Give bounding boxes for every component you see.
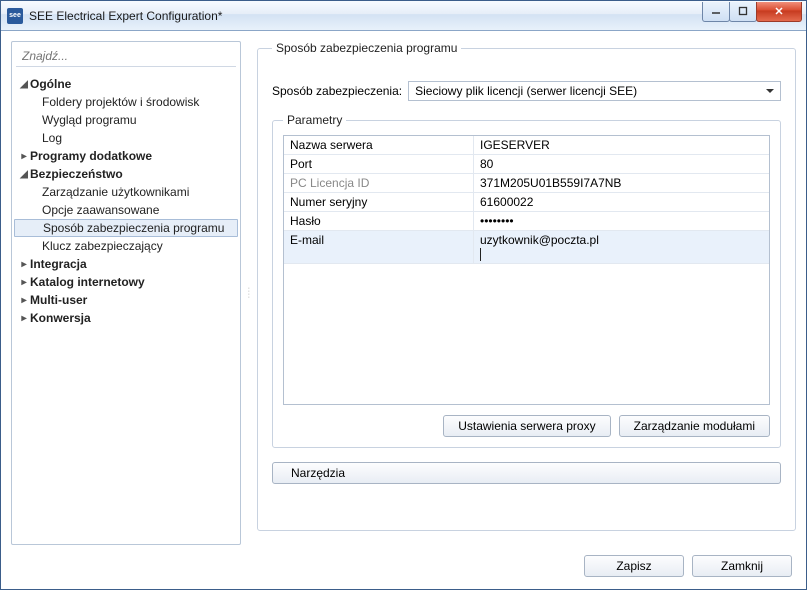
tools-row: Narzędzia: [272, 462, 781, 484]
param-row-serial[interactable]: Numer seryjny 61600022: [284, 193, 769, 212]
app-icon: see: [7, 8, 23, 24]
tree-node-extra-programs[interactable]: ▸Programy dodatkowe: [14, 147, 238, 165]
group-title: Sposób zabezpieczenia programu: [272, 41, 461, 55]
tree-node-general[interactable]: ◢Ogólne: [14, 75, 238, 93]
collapse-icon[interactable]: ▸: [18, 151, 30, 162]
maximize-button[interactable]: [729, 2, 757, 22]
proxy-settings-button[interactable]: Ustawienia serwera proxy: [443, 415, 610, 437]
param-key: Nazwa serwera: [284, 136, 474, 154]
collapse-icon[interactable]: ▸: [18, 277, 30, 288]
minimize-button[interactable]: [702, 2, 730, 22]
sidebar: ◢Ogólne Foldery projektów i środowisk Wy…: [11, 41, 241, 545]
close-button[interactable]: [756, 2, 802, 22]
content-area: ◢Ogólne Foldery projektów i środowisk Wy…: [1, 31, 806, 545]
param-value[interactable]: 80: [474, 155, 769, 173]
app-window: see SEE Electrical Expert Configuration*…: [0, 0, 807, 590]
param-value[interactable]: IGESERVER: [474, 136, 769, 154]
param-key: PC Licencja ID: [284, 174, 474, 192]
tree-item-folders[interactable]: Foldery projektów i środowisk: [14, 93, 238, 111]
tree-label: Programy dodatkowe: [30, 149, 152, 163]
param-key: Numer seryjny: [284, 193, 474, 211]
collapse-icon[interactable]: ▸: [18, 259, 30, 270]
param-value[interactable]: 371M205U01B559I7A7NB: [474, 174, 769, 192]
method-value: Sieciowy plik licencji (serwer licencji …: [415, 84, 637, 98]
method-row: Sposób zabezpieczenia: Sieciowy plik lic…: [272, 81, 781, 101]
param-row-password[interactable]: Hasło ••••••••: [284, 212, 769, 231]
email-input[interactable]: [480, 233, 763, 247]
nav-tree: ◢Ogólne Foldery projektów i środowisk Wy…: [12, 71, 240, 540]
tree-item-appearance[interactable]: Wygląd programu: [14, 111, 238, 129]
tree-node-multiuser[interactable]: ▸Multi-user: [14, 291, 238, 309]
tree-label: Integracja: [30, 257, 87, 271]
tree-label: Bezpieczeństwo: [30, 167, 123, 181]
params-title: Parametry: [283, 113, 346, 127]
tree-label: Konwersja: [30, 311, 91, 325]
tree-item-protection-method[interactable]: Sposób zabezpieczenia programu: [14, 219, 238, 237]
tree-node-integration[interactable]: ▸Integracja: [14, 255, 238, 273]
tools-button[interactable]: Narzędzia: [272, 462, 781, 484]
param-row-licid[interactable]: PC Licencja ID 371M205U01B559I7A7NB: [284, 174, 769, 193]
grip-icon: ∙∙∙∙: [248, 287, 250, 299]
expand-icon[interactable]: ◢: [18, 79, 30, 90]
tree-item-advanced[interactable]: Opcje zaawansowane: [14, 201, 238, 219]
tree-item-dongle[interactable]: Klucz zabezpieczający: [14, 237, 238, 255]
params-table: Nazwa serwera IGESERVER Port 80 PC Licen…: [283, 135, 770, 405]
splitter[interactable]: ∙∙∙∙: [247, 41, 251, 545]
tree-node-conversion[interactable]: ▸Konwersja: [14, 309, 238, 327]
search-input[interactable]: [16, 46, 236, 67]
main-panel: Sposób zabezpieczenia programu Sposób za…: [257, 41, 796, 545]
manage-modules-button[interactable]: Zarządzanie modułami: [619, 415, 770, 437]
window-title: SEE Electrical Expert Configuration*: [29, 9, 703, 23]
window-controls: [703, 2, 802, 22]
tree-label: Katalog internetowy: [30, 275, 145, 289]
param-row-server[interactable]: Nazwa serwera IGESERVER: [284, 136, 769, 155]
param-value[interactable]: 61600022: [474, 193, 769, 211]
text-caret-icon: [480, 248, 481, 261]
param-key: E-mail: [284, 231, 474, 263]
method-combo[interactable]: Sieciowy plik licencji (serwer licencji …: [408, 81, 781, 101]
tree-item-log[interactable]: Log: [14, 129, 238, 147]
titlebar: see SEE Electrical Expert Configuration*: [1, 1, 806, 31]
param-row-email[interactable]: E-mail: [284, 231, 769, 264]
footer: Zapisz Zamknij: [1, 545, 806, 589]
tree-item-user-mgmt[interactable]: Zarządzanie użytkownikami: [14, 183, 238, 201]
protection-group: Sposób zabezpieczenia programu Sposób za…: [257, 41, 796, 531]
tree-node-security[interactable]: ◢Bezpieczeństwo: [14, 165, 238, 183]
close-window-button[interactable]: Zamknij: [692, 555, 792, 577]
collapse-icon[interactable]: ▸: [18, 295, 30, 306]
params-group: Parametry Nazwa serwera IGESERVER Port 8…: [272, 113, 781, 448]
param-value-editing[interactable]: [474, 231, 769, 263]
param-key: Hasło: [284, 212, 474, 230]
save-button[interactable]: Zapisz: [584, 555, 684, 577]
method-label: Sposób zabezpieczenia:: [272, 84, 402, 98]
param-key: Port: [284, 155, 474, 173]
expand-icon[interactable]: ◢: [18, 169, 30, 180]
tree-label: Ogólne: [30, 77, 71, 91]
param-row-port[interactable]: Port 80: [284, 155, 769, 174]
collapse-icon[interactable]: ▸: [18, 313, 30, 324]
tree-node-catalog[interactable]: ▸Katalog internetowy: [14, 273, 238, 291]
tree-label: Multi-user: [30, 293, 87, 307]
params-buttons: Ustawienia serwera proxy Zarządzanie mod…: [283, 415, 770, 437]
param-value[interactable]: ••••••••: [474, 212, 769, 230]
